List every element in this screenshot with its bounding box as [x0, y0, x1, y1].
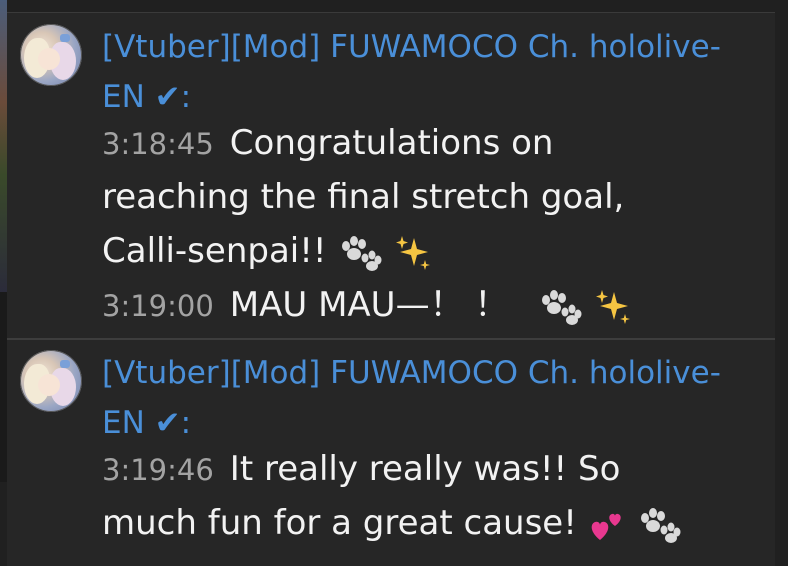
author-suffix: :: [180, 405, 192, 441]
author-avatar[interactable]: [20, 24, 82, 86]
chat-message: [Vtuber][Mod] FUWAMOCO Ch. hololive-EN ✔…: [20, 348, 770, 558]
message-text: It really really was!! So: [229, 449, 621, 489]
message-text: much fun for a great cause!: [102, 503, 577, 543]
author-name[interactable]: [Vtuber][Mod] FUWAMOCO Ch. hololive-EN ✔…: [102, 348, 762, 448]
author-suffix: :: [180, 79, 192, 115]
paw-prints-icon: [337, 234, 383, 272]
timestamp: 3:19:00: [102, 289, 214, 323]
verified-icon: ✔: [154, 79, 181, 115]
author-name[interactable]: [Vtuber][Mod] FUWAMOCO Ch. hololive-EN ✔…: [102, 22, 762, 122]
timestamp: 3:19:46: [102, 453, 214, 487]
sparkles-icon: [394, 234, 432, 272]
message-line: 3:18:45 Congratulations on: [102, 116, 762, 171]
chat-screenshot: [Vtuber][Mod] FUWAMOCO Ch. hololive-EN ✔…: [0, 0, 788, 566]
video-edge-strip: [0, 0, 7, 292]
message-divider: [7, 338, 775, 340]
message-line-wrap: reaching the final stretch goal,: [102, 170, 762, 224]
message-line: 3:19:46 It really really was!! So: [102, 442, 762, 497]
chat-message: [Vtuber][Mod] FUWAMOCO Ch. hololive-EN ✔…: [20, 22, 770, 325]
message-line-wrap: much fun for a great cause!: [102, 496, 762, 550]
two-hearts-icon: [588, 506, 626, 544]
message-line: 3:19:00 MAU MAU—！ ！: [102, 278, 762, 333]
message-text: MAU MAU—！ ！: [229, 285, 509, 325]
paw-prints-icon: [636, 506, 682, 544]
message-line-wrap: Calli-senpai!!: [102, 224, 762, 278]
message-text: Calli-senpai!!: [102, 231, 327, 271]
video-edge-strip-dark: [0, 292, 7, 482]
sparkles-icon: [594, 288, 632, 326]
author-name-text: [Vtuber][Mod] FUWAMOCO Ch. hololive-EN: [102, 29, 721, 115]
author-avatar[interactable]: [20, 350, 82, 412]
message-text: reaching the final stretch goal,: [102, 177, 625, 217]
author-name-text: [Vtuber][Mod] FUWAMOCO Ch. hololive-EN: [102, 355, 721, 441]
timestamp: 3:18:45: [102, 127, 214, 161]
verified-icon: ✔: [154, 405, 181, 441]
paw-prints-icon: [537, 288, 583, 326]
message-text: Congratulations on: [229, 123, 554, 163]
